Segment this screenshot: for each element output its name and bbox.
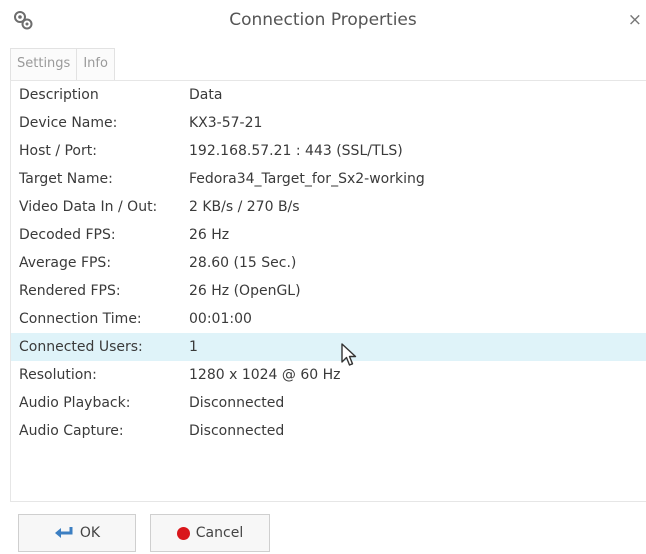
table-row[interactable]: Audio Capture: Disconnected bbox=[11, 417, 646, 445]
row-label: Rendered FPS: bbox=[19, 283, 121, 299]
row-label: Connected Users: bbox=[19, 339, 143, 355]
table-row[interactable]: Rendered FPS: 26 Hz (OpenGL) bbox=[11, 277, 646, 305]
row-label: Device Name: bbox=[19, 115, 118, 131]
row-label: Resolution: bbox=[19, 367, 97, 383]
table-row[interactable]: Host / Port: 192.168.57.21 : 443 (SSL/TLS… bbox=[11, 137, 646, 165]
row-value: 192.168.57.21 : 443 (SSL/TLS) bbox=[189, 143, 403, 159]
row-label: Audio Capture: bbox=[19, 423, 124, 439]
red-circle-icon bbox=[176, 526, 190, 540]
table-row[interactable]: Target Name: Fedora34_Target_for_Sx2-work… bbox=[11, 165, 646, 193]
mouse-pointer-icon bbox=[341, 343, 357, 366]
tab-info[interactable]: Info bbox=[77, 48, 115, 80]
table-row[interactable]: Device Name: KX3-57-21 bbox=[11, 109, 646, 137]
table-row-selected[interactable]: Connected Users: 1 bbox=[11, 333, 646, 361]
window-title: Connection Properties bbox=[229, 10, 417, 30]
table-row[interactable]: Resolution: 1280 x 1024 @ 60 Hz bbox=[11, 361, 646, 389]
return-arrow-icon bbox=[54, 527, 73, 538]
cancel-label: Cancel bbox=[195, 525, 244, 541]
row-value: 1280 x 1024 @ 60 Hz bbox=[189, 367, 341, 383]
row-value: Disconnected bbox=[189, 395, 285, 411]
table-row[interactable]: Decoded FPS: 26 Hz bbox=[11, 221, 646, 249]
row-label: Decoded FPS: bbox=[19, 227, 116, 243]
row-label: Target Name: bbox=[19, 171, 113, 187]
table-row[interactable]: Audio Playback: Disconnected bbox=[11, 389, 646, 417]
row-label: Audio Playback: bbox=[19, 395, 131, 411]
ok-label: OK bbox=[79, 525, 101, 541]
row-value: Fedora34_Target_for_Sx2-working bbox=[189, 171, 425, 187]
table-header: Description Data bbox=[11, 81, 646, 109]
column-header-description: Description bbox=[19, 87, 99, 103]
row-value: 26 Hz bbox=[189, 227, 230, 243]
tab-settings[interactable]: Settings bbox=[10, 48, 78, 80]
close-icon[interactable]: × bbox=[628, 10, 642, 30]
row-value: 1 bbox=[189, 339, 198, 355]
cancel-button[interactable]: Cancel bbox=[150, 514, 270, 552]
table-row[interactable]: Video Data In / Out: 2 KB/s / 270 B/s bbox=[11, 193, 646, 221]
row-value: Disconnected bbox=[189, 423, 285, 439]
title-bar: Connection Properties × bbox=[0, 0, 646, 44]
row-value: 28.60 (15 Sec.) bbox=[189, 255, 297, 271]
row-value: KX3-57-21 bbox=[189, 115, 263, 131]
ok-button[interactable]: OK bbox=[18, 514, 136, 552]
row-label: Connection Time: bbox=[19, 311, 142, 327]
table-row[interactable]: Average FPS: 28.60 (15 Sec.) bbox=[11, 249, 646, 277]
row-label: Host / Port: bbox=[19, 143, 97, 159]
column-header-data: Data bbox=[189, 87, 223, 103]
row-label: Average FPS: bbox=[19, 255, 112, 271]
row-label: Video Data In / Out: bbox=[19, 199, 158, 215]
row-value: 26 Hz (OpenGL) bbox=[189, 283, 301, 299]
row-value: 2 KB/s / 270 B/s bbox=[189, 199, 300, 215]
table-row[interactable]: Connection Time: 00:01:00 bbox=[11, 305, 646, 333]
properties-table: Description Data Device Name: KX3-57-21 H… bbox=[10, 80, 646, 502]
row-value: 00:01:00 bbox=[189, 311, 252, 327]
tab-bar: Settings Info bbox=[10, 48, 115, 80]
